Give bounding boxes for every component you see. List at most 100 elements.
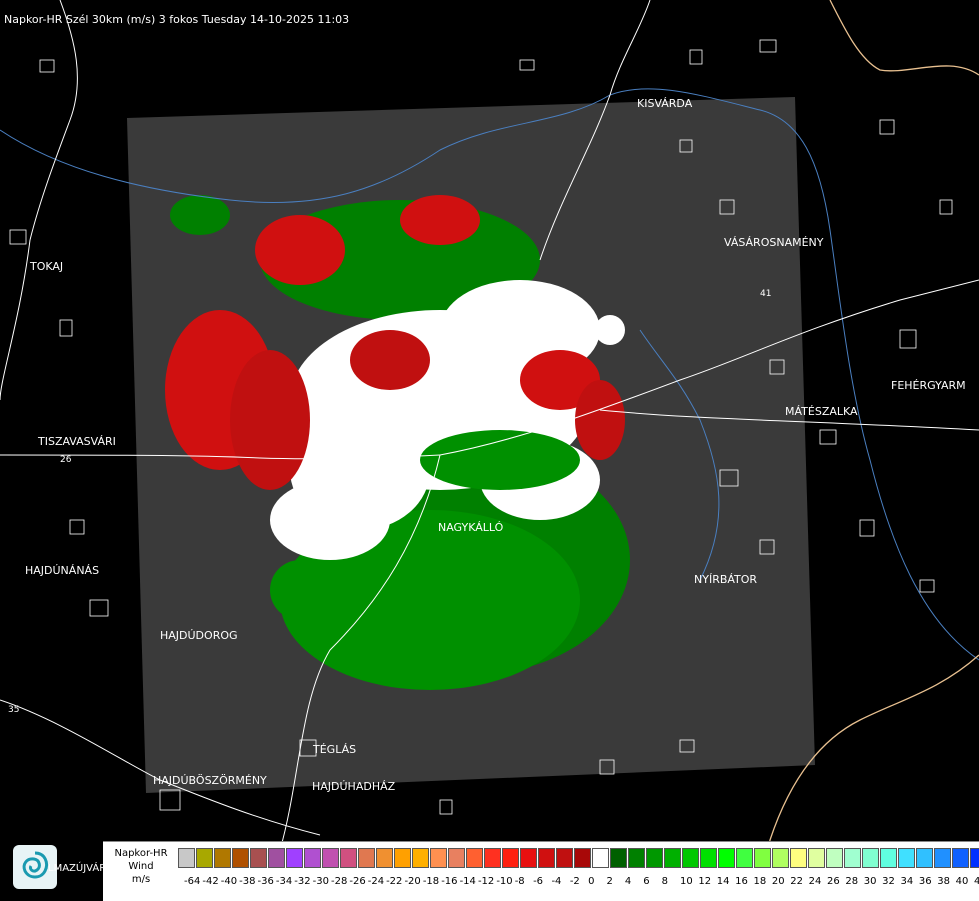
legend-tick-label: 32 bbox=[882, 876, 895, 887]
city-label-mateszalka: MÁTÉSZALKA bbox=[785, 405, 858, 418]
legend-swatch bbox=[772, 848, 789, 868]
legend-tick-label: 16 bbox=[735, 876, 748, 887]
legend-swatch bbox=[340, 848, 357, 868]
legend-swatch bbox=[754, 848, 771, 868]
legend-swatch bbox=[430, 848, 447, 868]
city-label-hajdunanas: HAJDÚNÁNÁS bbox=[25, 564, 100, 577]
legend-swatch bbox=[394, 848, 411, 868]
legend-tick-label: -38 bbox=[239, 876, 256, 887]
road-number-41: 41 bbox=[760, 289, 771, 299]
legend-swatch bbox=[358, 848, 375, 868]
city-label-tiszavasvari: TISZAVASVÁRI bbox=[38, 435, 116, 448]
legend-swatch bbox=[826, 848, 843, 868]
legend-tick-label: 6 bbox=[643, 876, 650, 887]
legend-tick-label: -24 bbox=[367, 876, 385, 887]
legend-swatch bbox=[952, 848, 969, 868]
city-label-hajduhadhaz: HAJDÚHADHÁZ bbox=[312, 780, 396, 793]
city-label-kisvarda: KISVÁRDA bbox=[637, 97, 693, 110]
legend-tick-label: -6 bbox=[533, 876, 544, 887]
legend-tick-label: 22 bbox=[790, 876, 803, 887]
legend-tick-label: 38 bbox=[937, 876, 950, 887]
legend-tick-label: 26 bbox=[827, 876, 840, 887]
city-label-hajduboszormeny: HAJDÚBÖSZÖRMÉNY bbox=[153, 774, 267, 787]
legend-swatch bbox=[664, 848, 681, 868]
legend-swatch bbox=[322, 848, 339, 868]
legend-swatch bbox=[520, 848, 537, 868]
legend-swatch bbox=[466, 848, 483, 868]
legend-swatch bbox=[412, 848, 429, 868]
legend-swatch bbox=[214, 848, 231, 868]
legend-swatch bbox=[790, 848, 807, 868]
legend-tick-label: -32 bbox=[294, 876, 311, 887]
city-label-teglas: TÉGLÁS bbox=[313, 743, 357, 756]
legend-swatch bbox=[718, 848, 735, 868]
legend-tick-label: 34 bbox=[900, 876, 914, 887]
legend-tick-label: 24 bbox=[808, 876, 822, 887]
legend-tick-label: -16 bbox=[441, 876, 458, 887]
legend-tick-label: -22 bbox=[386, 876, 403, 887]
legend-tick-labels: -64 -42 -40 -38 -36 -34 -32 -30 -28 -26 -24 -22 -20-… bbox=[174, 876, 979, 890]
legend-swatch bbox=[934, 848, 951, 868]
legend-tick-label: 0 bbox=[588, 876, 595, 887]
city-label-almazujvaros: LMAZÚJVÁR bbox=[48, 863, 107, 874]
legend-tick-label: 10 bbox=[680, 876, 693, 887]
legend-swatch bbox=[628, 848, 645, 868]
legend-tick-label: -36 bbox=[257, 876, 274, 887]
legend-swatch bbox=[286, 848, 303, 868]
legend-swatch bbox=[880, 848, 897, 868]
legend-tick-label: 18 bbox=[753, 876, 767, 887]
legend-swatch bbox=[556, 848, 573, 868]
legend-tick-label: 42 bbox=[974, 876, 979, 887]
radar-map: 26 35 41 bbox=[0, 0, 979, 900]
map-title: Napkor-HR Szél 30km (m/s) 3 fokos Tuesda… bbox=[4, 13, 350, 26]
legend-swatch bbox=[862, 848, 879, 868]
legend-tick-label: 40 bbox=[955, 876, 969, 887]
legend-swatch bbox=[196, 848, 213, 868]
legend-swatch bbox=[574, 848, 591, 868]
legend-color-scale bbox=[178, 848, 979, 868]
legend-swatch bbox=[700, 848, 717, 868]
legend-title-source: Napkor-HR bbox=[114, 848, 168, 859]
legend-swatch bbox=[682, 848, 699, 868]
legend-swatch bbox=[250, 848, 267, 868]
city-label-fehergyarmat: FEHÉRGYARM bbox=[891, 379, 966, 392]
legend-tick-label: -42 bbox=[202, 876, 219, 887]
legend-swatch bbox=[268, 848, 285, 868]
legend-tick-label: -26 bbox=[349, 876, 366, 887]
legend-tick-label: 14 bbox=[716, 876, 730, 887]
legend-tick-label: -20 bbox=[404, 876, 421, 887]
city-label-tokaj: TOKAJ bbox=[30, 260, 64, 273]
legend-tick-label: -40 bbox=[220, 876, 238, 887]
legend-title-variable: Wind bbox=[128, 861, 154, 872]
legend-tick-label: -18 bbox=[422, 876, 440, 887]
city-label-hajdudorog: HAJDÚDOROG bbox=[160, 629, 238, 642]
legend-tick-label: 36 bbox=[918, 876, 932, 887]
legend-swatch bbox=[502, 848, 519, 868]
legend-swatch bbox=[736, 848, 753, 868]
legend-swatch bbox=[448, 848, 465, 868]
legend-swatch bbox=[304, 848, 321, 868]
legend-tick-label: 12 bbox=[698, 876, 712, 887]
legend-swatch bbox=[844, 848, 861, 868]
legend-swatch bbox=[592, 848, 609, 868]
legend-tick-label: -8 bbox=[514, 876, 525, 887]
legend-tick-label: -4 bbox=[551, 876, 562, 887]
legend-tick-label: -12 bbox=[477, 876, 495, 887]
legend-swatch bbox=[916, 848, 933, 868]
legend-swatch bbox=[538, 848, 555, 868]
legend-tick-label: -2 bbox=[569, 876, 580, 887]
legend-swatch bbox=[646, 848, 663, 868]
legend-swatch bbox=[610, 848, 627, 868]
road-number-26: 26 bbox=[60, 455, 72, 465]
legend-tick-label: -64 bbox=[184, 876, 201, 887]
legend-tick-label: 2 bbox=[606, 876, 613, 887]
legend-tick-label: 28 bbox=[845, 876, 859, 887]
legend-swatch bbox=[178, 848, 195, 868]
legend-tick-label: -30 bbox=[312, 876, 329, 887]
legend-swatch bbox=[376, 848, 393, 868]
legend-tick-label: 30 bbox=[863, 876, 877, 887]
legend-swatch bbox=[970, 848, 979, 868]
legend-title: Napkor-HR Wind m/s bbox=[106, 847, 176, 886]
legend-tick-label: 4 bbox=[624, 876, 632, 887]
legend-swatch bbox=[484, 848, 501, 868]
